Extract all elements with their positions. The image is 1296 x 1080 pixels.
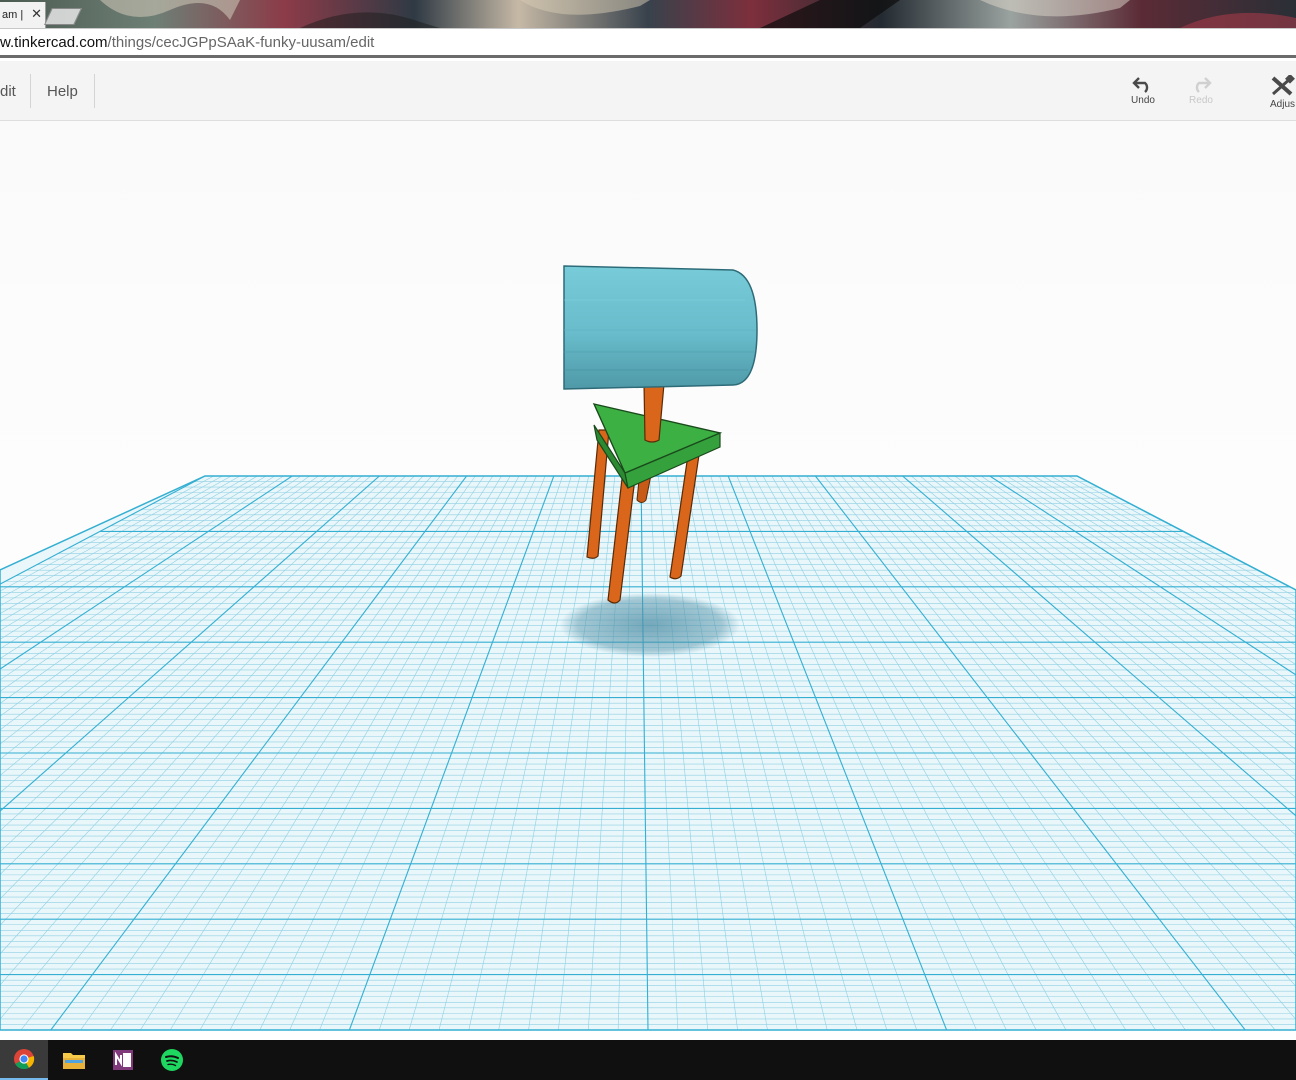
taskbar-file-explorer[interactable] [50,1040,98,1080]
taskbar-onenote[interactable] [99,1040,147,1080]
taskbar-chrome[interactable] [0,1040,48,1080]
menu-edit[interactable]: dit [0,74,31,108]
url-text[interactable]: w.tinkercad.com/things/cecJGPpSAaK-funky… [0,34,374,51]
tab-close-icon[interactable]: ✕ [31,6,42,22]
browser-tab-active[interactable]: am | ✕ [0,2,46,28]
undo-label: Undo [1131,95,1155,106]
browser-tabstrip: am | ✕ [0,0,1296,28]
redo-label: Redo [1189,95,1213,106]
undo-icon [1132,77,1149,93]
url-domain: w.tinkercad.com [0,33,108,51]
spotify-icon [161,1049,183,1071]
menu-help[interactable]: Help [31,74,95,108]
workplane-scene[interactable] [0,121,1296,1031]
tab-title: am | [2,9,24,21]
editor-toolbar: dit Help Undo Redo Adjus [0,61,1296,121]
redo-button[interactable]: Redo [1176,75,1226,106]
address-bar[interactable]: w.tinkercad.com/things/cecJGPpSAaK-funky… [0,28,1296,58]
editor-menu: dit Help [0,61,95,121]
adjust-button[interactable]: Adjus [1262,75,1296,110]
redo-icon [1195,77,1212,93]
desktop-wallpaper-art [100,0,1296,28]
workplane-grid[interactable] [0,475,1296,1031]
workplane-viewport[interactable] [0,121,1296,1031]
onenote-icon [113,1050,133,1070]
adjust-label: Adjus [1270,99,1296,110]
undo-button[interactable]: Undo [1118,75,1168,106]
os-taskbar [0,1040,1296,1080]
taskbar-spotify[interactable] [148,1040,196,1080]
adjust-icon [1271,75,1295,96]
object-shadow [560,593,740,657]
file-explorer-icon [63,1053,85,1069]
chrome-icon [14,1049,35,1070]
cylinder-body[interactable] [563,265,758,390]
url-path: /things/cecJGPpSAaK-funky-uusam/edit [107,33,375,51]
